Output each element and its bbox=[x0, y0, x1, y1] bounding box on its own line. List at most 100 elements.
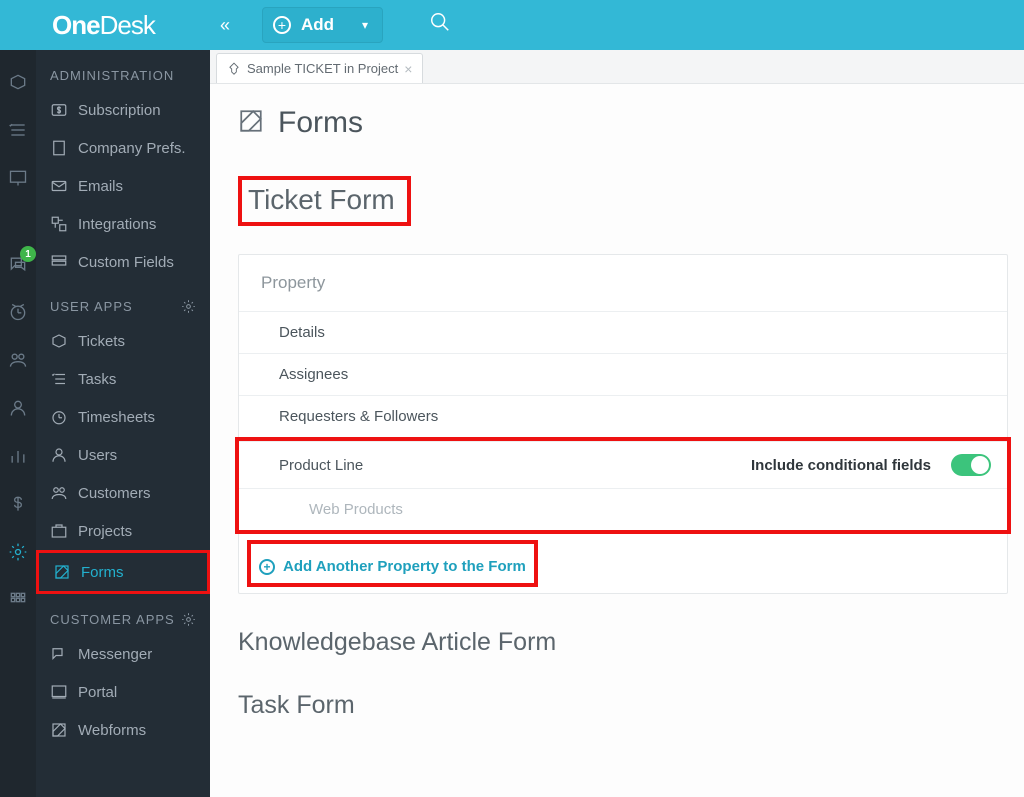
sidebar-item-label: Projects bbox=[78, 523, 132, 540]
sidebar-item-label: Users bbox=[78, 447, 117, 464]
sidebar-item-emails[interactable]: Emails bbox=[36, 167, 210, 205]
sidebar-item-label: Company Prefs. bbox=[78, 140, 186, 157]
sidebar-item-label: Subscription bbox=[78, 102, 161, 119]
add-button[interactable]: + Add ▾ bbox=[262, 7, 383, 43]
icon-rail: 1 bbox=[0, 50, 36, 797]
sidebar-item-integrations[interactable]: Integrations bbox=[36, 205, 210, 243]
sidebar-item-label: Tickets bbox=[78, 333, 125, 350]
main-content: Sample TICKET in Project × Forms Ticket … bbox=[210, 50, 1024, 797]
sidebar-collapse-button[interactable]: « bbox=[210, 15, 240, 36]
sidebar-item-projects[interactable]: Projects bbox=[36, 512, 210, 550]
edit-icon bbox=[238, 108, 264, 139]
sidebar-item-label: Timesheets bbox=[78, 409, 155, 426]
search-icon bbox=[429, 11, 451, 33]
sidebar-item-label: Emails bbox=[78, 178, 123, 195]
rail-ticket-icon[interactable] bbox=[8, 72, 28, 92]
forms-icon bbox=[53, 563, 71, 581]
ticket-form-card: Property Details Assignees Requesters & … bbox=[238, 254, 1008, 594]
tab-sample-ticket[interactable]: Sample TICKET in Project × bbox=[216, 53, 423, 83]
conditional-toggle[interactable] bbox=[951, 454, 991, 476]
brand-logo: OneDesk bbox=[36, 10, 210, 41]
rail-apps-icon[interactable] bbox=[8, 590, 28, 610]
sidebar-item-customers[interactable]: Customers bbox=[36, 474, 210, 512]
sidebar-item-tasks[interactable]: Tasks bbox=[36, 360, 210, 398]
messenger-icon bbox=[50, 645, 68, 663]
property-row-productline[interactable]: Product Line Include conditional fields bbox=[239, 441, 1007, 488]
notification-badge: 1 bbox=[20, 246, 36, 262]
property-header: Property bbox=[239, 255, 1007, 311]
close-icon[interactable]: × bbox=[404, 61, 412, 77]
plus-icon: + bbox=[273, 16, 291, 34]
add-label: Add bbox=[301, 15, 334, 35]
portal-icon bbox=[50, 683, 68, 701]
sidebar-item-label: Tasks bbox=[78, 371, 116, 388]
conditional-fields-label: Include conditional fields bbox=[751, 457, 931, 474]
section-administration: ADMINISTRATION bbox=[36, 50, 210, 91]
section-userapps: USER APPS bbox=[36, 281, 210, 322]
sidebar-item-label: Webforms bbox=[78, 722, 146, 739]
sidebar-item-label: Forms bbox=[81, 564, 124, 581]
page-title: Forms bbox=[278, 106, 363, 140]
property-row-assignees[interactable]: Assignees bbox=[239, 353, 1007, 395]
webforms-icon bbox=[50, 721, 68, 739]
clock-icon bbox=[50, 408, 68, 426]
sidebar-item-customfields[interactable]: Custom Fields bbox=[36, 243, 210, 281]
rail-clock-icon[interactable] bbox=[8, 302, 28, 322]
property-row-requesters[interactable]: Requesters & Followers bbox=[239, 395, 1007, 437]
rail-users-icon[interactable] bbox=[8, 398, 28, 418]
gear-icon[interactable] bbox=[181, 299, 196, 314]
highlight-conditional-group: Product Line Include conditional fields … bbox=[235, 437, 1011, 534]
tasks-icon bbox=[50, 370, 68, 388]
property-row-webproducts[interactable]: Web Products bbox=[239, 488, 1007, 530]
add-property-button[interactable]: + Add Another Property to the Form bbox=[251, 550, 534, 583]
tab-bar: Sample TICKET in Project × bbox=[210, 50, 1024, 84]
sidebar-item-messenger[interactable]: Messenger bbox=[36, 635, 210, 673]
ticket-icon bbox=[50, 332, 68, 350]
sidebar-item-forms[interactable]: Forms bbox=[39, 553, 207, 591]
user-icon bbox=[50, 446, 68, 464]
sidebar: ADMINISTRATION Subscription Company Pref… bbox=[36, 50, 210, 797]
sidebar-item-webforms[interactable]: Webforms bbox=[36, 711, 210, 749]
property-row-details[interactable]: Details bbox=[239, 311, 1007, 353]
top-bar: OneDesk « + Add ▾ bbox=[0, 0, 1024, 50]
sidebar-item-label: Integrations bbox=[78, 216, 156, 233]
rail-presentation-icon[interactable] bbox=[8, 168, 28, 188]
fields-icon bbox=[50, 253, 68, 271]
sidebar-item-subscription[interactable]: Subscription bbox=[36, 91, 210, 129]
integrations-icon bbox=[50, 215, 68, 233]
brand-part2: Desk bbox=[100, 10, 155, 40]
rail-settings-icon[interactable] bbox=[8, 542, 28, 562]
sidebar-item-label: Messenger bbox=[78, 646, 152, 663]
rail-dollar-icon[interactable] bbox=[8, 494, 28, 514]
search-button[interactable] bbox=[429, 11, 451, 39]
sidebar-item-companyprefs[interactable]: Company Prefs. bbox=[36, 129, 210, 167]
sidebar-item-timesheets[interactable]: Timesheets bbox=[36, 398, 210, 436]
sidebar-item-tickets[interactable]: Tickets bbox=[36, 322, 210, 360]
kb-form-title: Knowledgebase Article Form bbox=[238, 628, 1008, 657]
highlight-add-property: + Add Another Property to the Form bbox=[247, 540, 538, 587]
brand-part1: One bbox=[52, 10, 100, 40]
sidebar-item-label: Portal bbox=[78, 684, 117, 701]
rail-chat-icon[interactable]: 1 bbox=[8, 254, 28, 274]
chevron-down-icon: ▾ bbox=[362, 18, 368, 32]
highlight-ticket-form-title: Ticket Form bbox=[238, 176, 411, 226]
sidebar-item-portal[interactable]: Portal bbox=[36, 673, 210, 711]
mail-icon bbox=[50, 177, 68, 195]
projects-icon bbox=[50, 522, 68, 540]
rail-tasks-icon[interactable] bbox=[8, 120, 28, 140]
gear-icon[interactable] bbox=[181, 612, 196, 627]
section-customerapps: CUSTOMER APPS bbox=[36, 594, 210, 635]
ticket-form-title: Ticket Form bbox=[248, 184, 395, 215]
dollar-card-icon bbox=[50, 101, 68, 119]
sidebar-item-label: Custom Fields bbox=[78, 254, 174, 271]
pin-icon bbox=[227, 62, 241, 76]
sidebar-item-users[interactable]: Users bbox=[36, 436, 210, 474]
rail-money-users-icon[interactable] bbox=[8, 350, 28, 370]
page-header: Forms bbox=[238, 106, 1008, 140]
plus-circle-icon: + bbox=[259, 559, 275, 575]
sidebar-item-label: Customers bbox=[78, 485, 151, 502]
building-icon bbox=[50, 139, 68, 157]
customers-icon bbox=[50, 484, 68, 502]
rail-analytics-icon[interactable] bbox=[8, 446, 28, 466]
tab-label: Sample TICKET in Project bbox=[247, 61, 398, 76]
